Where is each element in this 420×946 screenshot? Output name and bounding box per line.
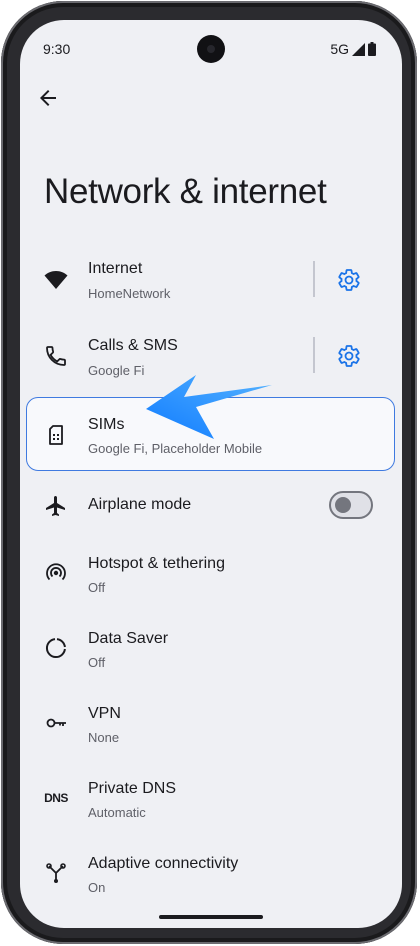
settings-item-hotspot[interactable]: Hotspot & tethering Off — [20, 535, 402, 610]
item-summary: Google Fi, Placeholder Mobile — [88, 441, 263, 456]
item-summary: Automatic — [88, 805, 146, 820]
item-summary: Off — [88, 580, 106, 595]
page-title: Network & internet — [44, 172, 327, 211]
data-saver-icon — [44, 636, 68, 660]
settings-item-adaptive-connectivity[interactable]: Adaptive connectivity On — [20, 835, 402, 910]
item-label: VPN — [88, 705, 121, 722]
item-label: Internet — [88, 260, 143, 277]
item-summary: Off — [88, 655, 106, 670]
divider — [313, 337, 315, 373]
annotation-arrow-icon — [146, 375, 272, 439]
airplane-icon — [44, 494, 68, 518]
home-indicator[interactable] — [159, 915, 263, 919]
dns-icon-text: DNS — [44, 790, 68, 805]
signal-icon — [352, 42, 365, 56]
back-button[interactable] — [36, 86, 60, 110]
network-type: 5G — [330, 41, 349, 57]
item-summary: HomeNetwork — [88, 286, 171, 301]
vpn-key-icon — [44, 711, 68, 735]
airplane-mode-toggle[interactable] — [329, 491, 373, 519]
dns-icon: DNS — [44, 786, 68, 810]
item-label: Adaptive connectivity — [88, 855, 239, 872]
gear-icon — [338, 345, 360, 367]
internet-settings-button[interactable] — [337, 268, 361, 292]
battery-icon — [368, 42, 376, 56]
divider — [313, 261, 315, 297]
item-label: Private DNS — [88, 780, 177, 797]
settings-item-data-saver[interactable]: Data Saver Off — [20, 610, 402, 685]
gear-icon — [338, 269, 360, 291]
status-bar: 9:30 5G — [20, 20, 402, 76]
item-label: Data Saver — [88, 630, 169, 647]
adaptive-connectivity-icon — [44, 861, 68, 885]
wifi-icon — [44, 268, 68, 292]
phone-frame: 9:30 5G Network & internet Internet Home… — [1, 1, 417, 944]
calls-settings-button[interactable] — [337, 344, 361, 368]
status-right: 5G — [330, 41, 376, 57]
phone-icon — [44, 344, 68, 368]
toggle-knob — [335, 497, 351, 513]
settings-item-private-dns[interactable]: DNS Private DNS Automatic — [20, 760, 402, 835]
settings-item-vpn[interactable]: VPN None — [20, 685, 402, 760]
status-time: 9:30 — [43, 41, 71, 57]
camera-cutout — [197, 35, 225, 63]
item-label: Airplane mode — [88, 496, 192, 513]
screen: 9:30 5G Network & internet Internet Home… — [20, 20, 402, 928]
hotspot-icon — [44, 561, 68, 585]
item-summary: None — [88, 730, 120, 745]
arrow-back-icon — [40, 90, 56, 106]
item-summary: On — [88, 880, 106, 895]
item-label: Hotspot & tethering — [88, 555, 225, 572]
sim-card-icon — [44, 423, 68, 447]
